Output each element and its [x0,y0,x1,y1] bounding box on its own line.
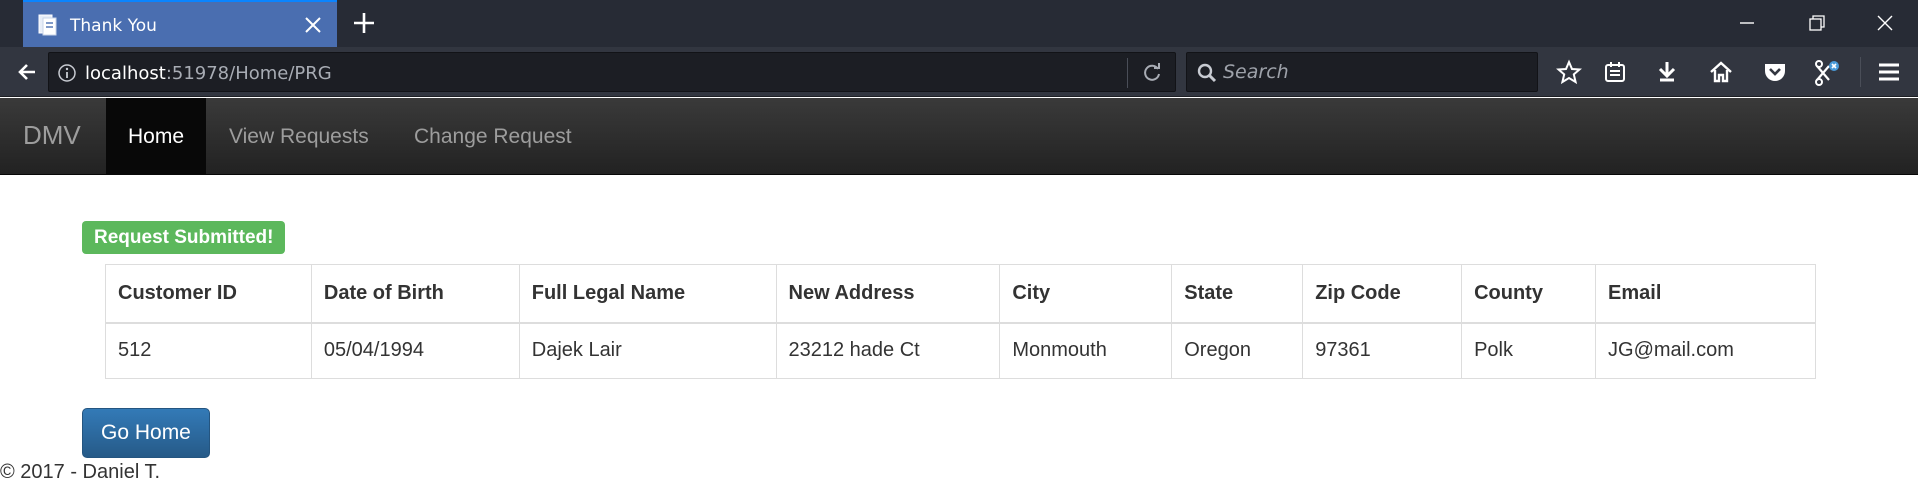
browser-tab-active[interactable]: Thank You [23,0,337,47]
search-icon [1196,62,1218,84]
url-host: localhost [85,63,166,84]
restore-icon[interactable] [1802,9,1832,37]
footer-copyright: © 2017 - Daniel T. [0,461,161,483]
search-input[interactable] [1223,58,1523,86]
url-bar-divider [1127,58,1128,88]
column-header: City [999,264,1173,324]
column-header: Full Legal Name [518,264,777,324]
tab-title: Thank You [70,16,157,36]
page-icon [37,14,59,36]
cell-date-of-birth: 05/04/1994 [310,322,520,379]
url-text[interactable]: localhost:51978/Home/PRG [85,63,332,84]
status-badge: Request Submitted! [82,221,286,254]
browser-toolbar: localhost:51978/Home/PRG [0,47,1918,97]
cell-full-legal-name: Dajek Lair [518,322,777,379]
nav-home[interactable]: Home [106,98,207,175]
info-icon[interactable] [57,63,77,83]
extension-icon[interactable] [1812,57,1842,87]
cell-zip-code: 97361 [1302,322,1463,379]
table-row: 512 05/04/1994 Dajek Lair 23212 hade Ct … [105,322,1816,379]
column-header: Customer ID [105,264,312,324]
star-icon[interactable] [1554,57,1584,87]
go-home-button[interactable]: Go Home [82,408,210,458]
reload-icon[interactable] [1139,61,1165,85]
url-bar[interactable]: localhost:51978/Home/PRG [48,52,1176,92]
window-close-icon[interactable] [1870,9,1900,37]
reading-list-icon[interactable] [1600,57,1630,87]
cell-city: Monmouth [999,322,1173,379]
back-arrow-icon[interactable] [10,57,44,87]
cell-state: Oregon [1171,322,1304,379]
cell-county: Polk [1461,322,1597,379]
column-header: State [1171,264,1304,324]
table-header-row: Customer ID Date of Birth Full Legal Nam… [105,264,1816,324]
plus-icon[interactable] [350,9,378,37]
download-icon[interactable] [1652,57,1682,87]
cell-new-address: 23212 hade Ct [775,322,1001,379]
nav-change-request[interactable]: Change Request [392,98,594,175]
toolbar-divider [1860,57,1861,87]
pocket-icon[interactable] [1760,57,1790,87]
column-header: New Address [775,264,1001,324]
nav-view-requests[interactable]: View Requests [207,98,391,175]
column-header: Email [1595,264,1816,324]
request-table: Customer ID Date of Birth Full Legal Nam… [105,264,1816,379]
browser-tab-strip: Thank You [0,0,1918,47]
minimize-icon[interactable] [1732,9,1762,37]
home-icon[interactable] [1706,57,1736,87]
menu-icon[interactable] [1874,57,1904,87]
cell-email: JG@mail.com [1595,322,1816,379]
column-header: Date of Birth [310,264,520,324]
url-path: :51978/Home/PRG [165,63,332,84]
close-icon[interactable] [301,13,325,37]
search-bar[interactable] [1186,52,1538,92]
site-navbar: DMV Home View Requests Change Request [0,98,1918,175]
column-header: Zip Code [1302,264,1463,324]
column-header: County [1461,264,1597,324]
brand-link[interactable]: DMV [23,120,81,151]
cell-customer-id: 512 [105,322,312,379]
